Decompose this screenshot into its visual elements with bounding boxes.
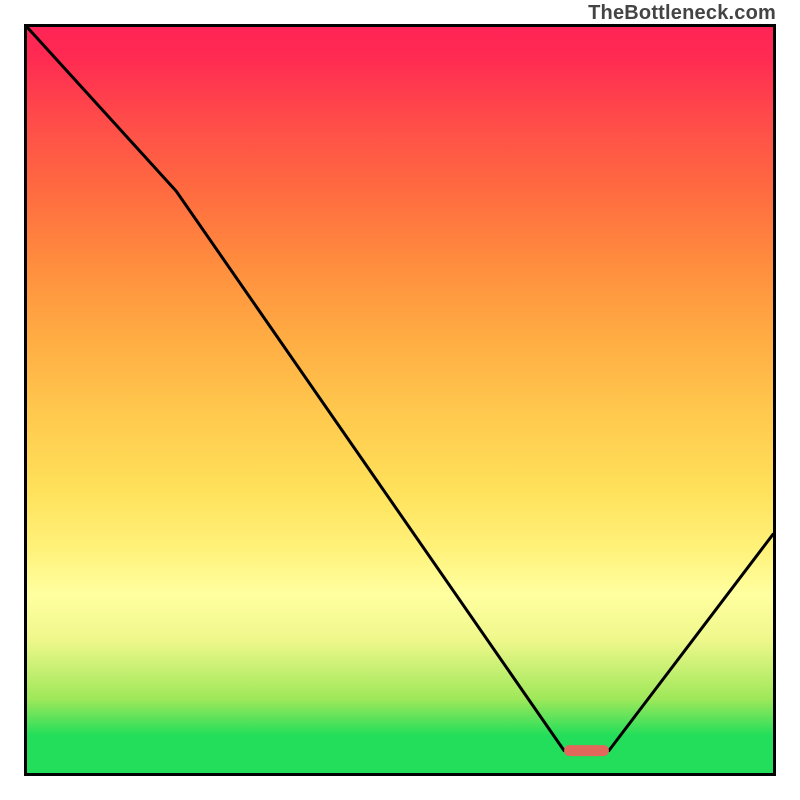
bottleneck-curve [27,27,773,773]
plot-area [24,24,776,776]
attribution-label: TheBottleneck.com [588,2,776,25]
chart-container: TheBottleneck.com [0,0,800,800]
